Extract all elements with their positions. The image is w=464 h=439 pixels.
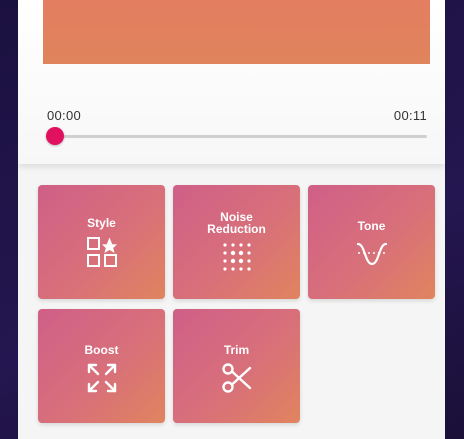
tone-label: Tone	[357, 219, 386, 233]
trim-button[interactable]: Trim	[173, 309, 300, 423]
total-duration: 00:11	[393, 108, 427, 123]
current-time: 00:00	[47, 108, 82, 123]
seek-bar-thumb[interactable]	[46, 127, 64, 145]
curve-icon	[308, 238, 435, 268]
noise-reduction-label: Noise Reduction	[207, 210, 266, 236]
trim-label: Trim	[223, 343, 250, 357]
expand-arrows-icon	[38, 362, 165, 394]
artwork-preview	[43, 0, 430, 64]
tone-button[interactable]: Tone	[308, 185, 435, 299]
boost-label: Boost	[84, 343, 119, 357]
style-label: Style	[87, 216, 116, 230]
seek-bar-track[interactable]	[55, 135, 427, 138]
app-screen: 00:00 00:11 Style Noise Reduction Tone B…	[18, 0, 445, 439]
style-button[interactable]: Style	[38, 185, 165, 299]
dots-grid-icon	[173, 242, 300, 276]
shapes-star-icon	[38, 236, 165, 268]
scissors-icon	[173, 363, 300, 393]
boost-button[interactable]: Boost	[38, 309, 165, 423]
noise-reduction-button[interactable]: Noise Reduction	[173, 185, 300, 299]
player-panel: 00:00 00:11	[18, 0, 445, 164]
